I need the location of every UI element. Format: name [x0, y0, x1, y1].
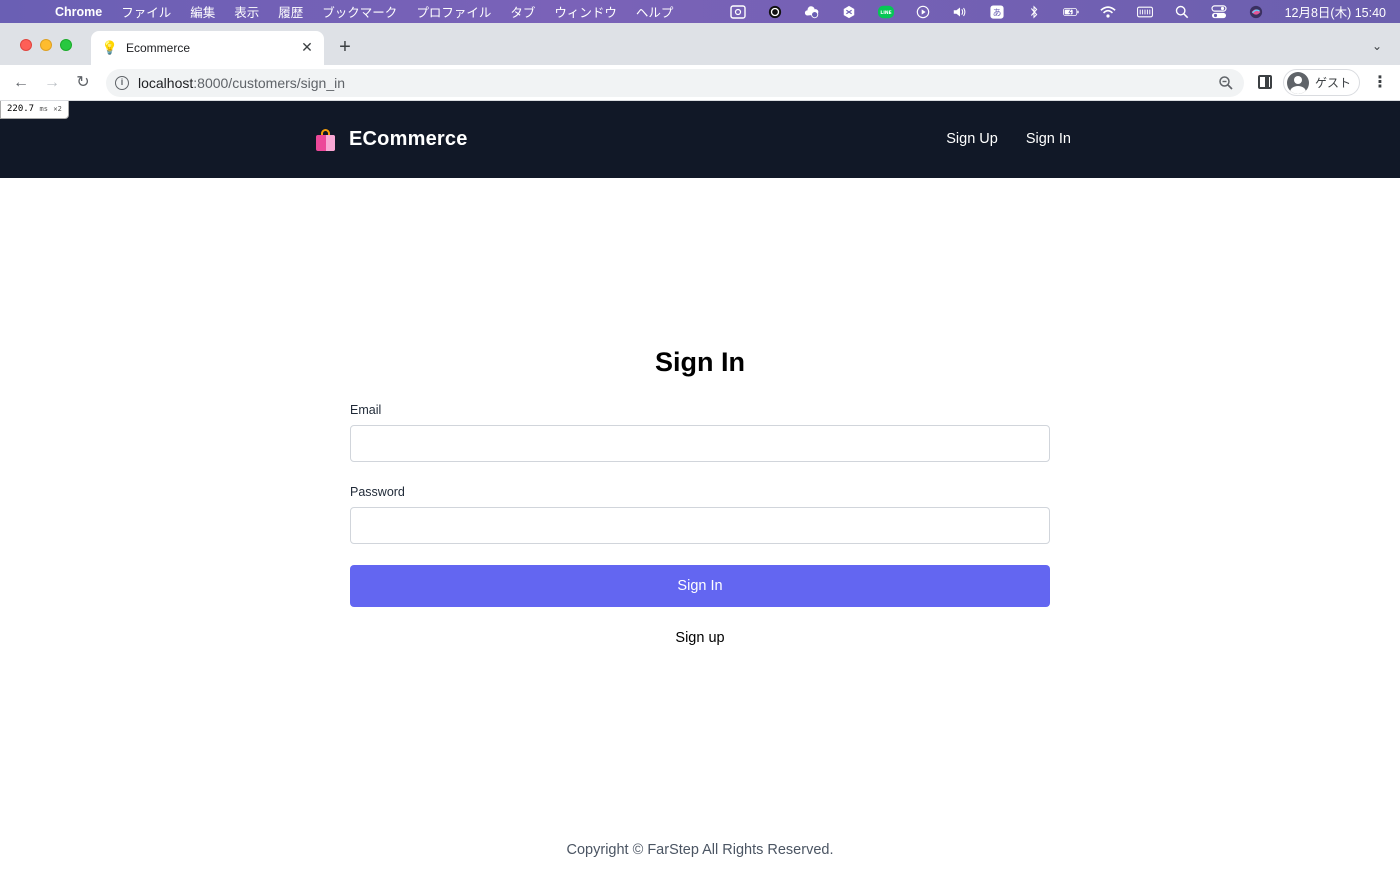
spotlight-icon[interactable] — [1174, 4, 1191, 19]
browser-tab-ecommerce[interactable]: 💡 Ecommerce ✕ — [91, 31, 324, 65]
bluetooth-icon[interactable] — [1026, 4, 1043, 19]
svg-text:あ: あ — [993, 7, 1002, 18]
menu-item-tab[interactable]: タブ — [510, 2, 535, 21]
window-zoom-button[interactable] — [60, 39, 72, 51]
dropbox-icon[interactable] — [841, 4, 858, 19]
sign-in-button[interactable]: Sign In — [350, 565, 1050, 607]
email-field[interactable] — [350, 425, 1050, 462]
menu-item-help[interactable]: ヘルプ — [636, 2, 674, 21]
header-nav: Sign Up Sign In — [946, 131, 1071, 147]
timer-unit: ms — [39, 105, 48, 113]
email-label: Email — [350, 403, 382, 417]
tab-title: Ecommerce — [126, 41, 191, 55]
signup-link-container: Sign up — [0, 630, 1400, 646]
browser-tab-strip: 💡 Ecommerce ✕ + ⌄ — [0, 23, 1400, 65]
profile-name: ゲスト — [1315, 76, 1352, 90]
wifi-icon[interactable] — [1100, 4, 1117, 19]
close-tab-icon[interactable]: ✕ — [299, 39, 315, 55]
battery-icon[interactable] — [1063, 4, 1080, 19]
siri-icon[interactable] — [1248, 4, 1265, 19]
site-header: ECommerce Sign Up Sign In — [0, 101, 1400, 178]
menu-item-profiles[interactable]: プロファイル — [416, 2, 491, 21]
site-info-icon[interactable]: i — [115, 76, 129, 90]
url-host: localhost — [138, 75, 194, 91]
tab-search-chevron-icon[interactable]: ⌄ — [1372, 39, 1386, 53]
cloud-sync-icon[interactable] — [804, 4, 821, 19]
shopping-bag-icon — [315, 128, 335, 151]
address-bar[interactable]: i localhost:8000/customers/sign_in — [106, 69, 1244, 97]
input-method-icon[interactable]: あ — [989, 4, 1006, 19]
menubar-clock[interactable]: 12月8日(木) 15:40 — [1285, 2, 1386, 21]
password-label: Password — [350, 485, 405, 499]
menu-item-edit[interactable]: 編集 — [190, 2, 215, 21]
new-tab-button[interactable]: + — [335, 35, 355, 59]
page-title: Sign In — [655, 347, 745, 377]
footer-copyright: Copyright © FarStep All Rights Reserved. — [566, 842, 834, 858]
timer-multiplier: ✕2 — [53, 105, 62, 113]
menu-item-history[interactable]: 履歴 — [278, 2, 303, 21]
reload-button[interactable]: ↻ — [73, 73, 93, 93]
menu-item-window[interactable]: ウィンドウ — [554, 2, 617, 21]
render-timer-badge: 220.7 ms ✕2 — [0, 101, 69, 119]
guest-avatar-icon — [1287, 71, 1309, 94]
menu-item-file[interactable]: ファイル — [121, 2, 171, 21]
svg-text:LINE: LINE — [880, 10, 891, 16]
volume-icon[interactable] — [952, 4, 969, 19]
target-icon[interactable] — [767, 4, 784, 19]
window-minimize-button[interactable] — [40, 39, 52, 51]
zoom-icon[interactable] — [1218, 75, 1234, 91]
side-panel-icon[interactable] — [1258, 75, 1272, 89]
timer-value: 220.7 — [7, 104, 35, 114]
back-button[interactable]: ← — [11, 73, 31, 93]
window-close-button[interactable] — [20, 39, 32, 51]
forward-button[interactable]: → — [42, 73, 62, 93]
line-icon[interactable]: LINE — [878, 4, 895, 19]
url-text[interactable]: localhost:8000/customers/sign_in — [138, 75, 345, 91]
status-area: LINE あ 12月8日(木) 15:40 — [710, 0, 1386, 23]
password-field[interactable] — [350, 507, 1050, 544]
macos-menu-bar: Chrome ファイル 編集 表示 履歴 ブックマーク プロファイル タブ ウィ… — [0, 0, 1400, 23]
play-icon[interactable] — [915, 4, 932, 19]
keyboard-icon[interactable] — [1137, 4, 1154, 19]
nav-sign-in-link[interactable]: Sign In — [1026, 131, 1071, 147]
control-center-icon[interactable] — [1211, 4, 1228, 19]
menu-item-view[interactable]: 表示 — [234, 2, 259, 21]
menu-item-bookmarks[interactable]: ブックマーク — [322, 2, 397, 21]
nav-sign-up-link[interactable]: Sign Up — [946, 131, 998, 147]
browser-toolbar: ← → ↻ i localhost:8000/customers/sign_in — [0, 65, 1400, 101]
url-path: :8000/customers/sign_in — [193, 75, 346, 91]
lightbulb-icon: 💡 — [101, 40, 119, 55]
menu-item-chrome[interactable]: Chrome — [55, 5, 102, 19]
profile-button[interactable]: ゲスト — [1283, 69, 1360, 96]
sign-up-link[interactable]: Sign up — [675, 630, 724, 646]
brand-name: ECommerce — [349, 128, 468, 150]
site-logo[interactable]: ECommerce — [315, 128, 468, 151]
browser-menu-icon[interactable]: ⋮ — [1372, 73, 1388, 93]
screen-share-icon[interactable] — [730, 4, 747, 19]
